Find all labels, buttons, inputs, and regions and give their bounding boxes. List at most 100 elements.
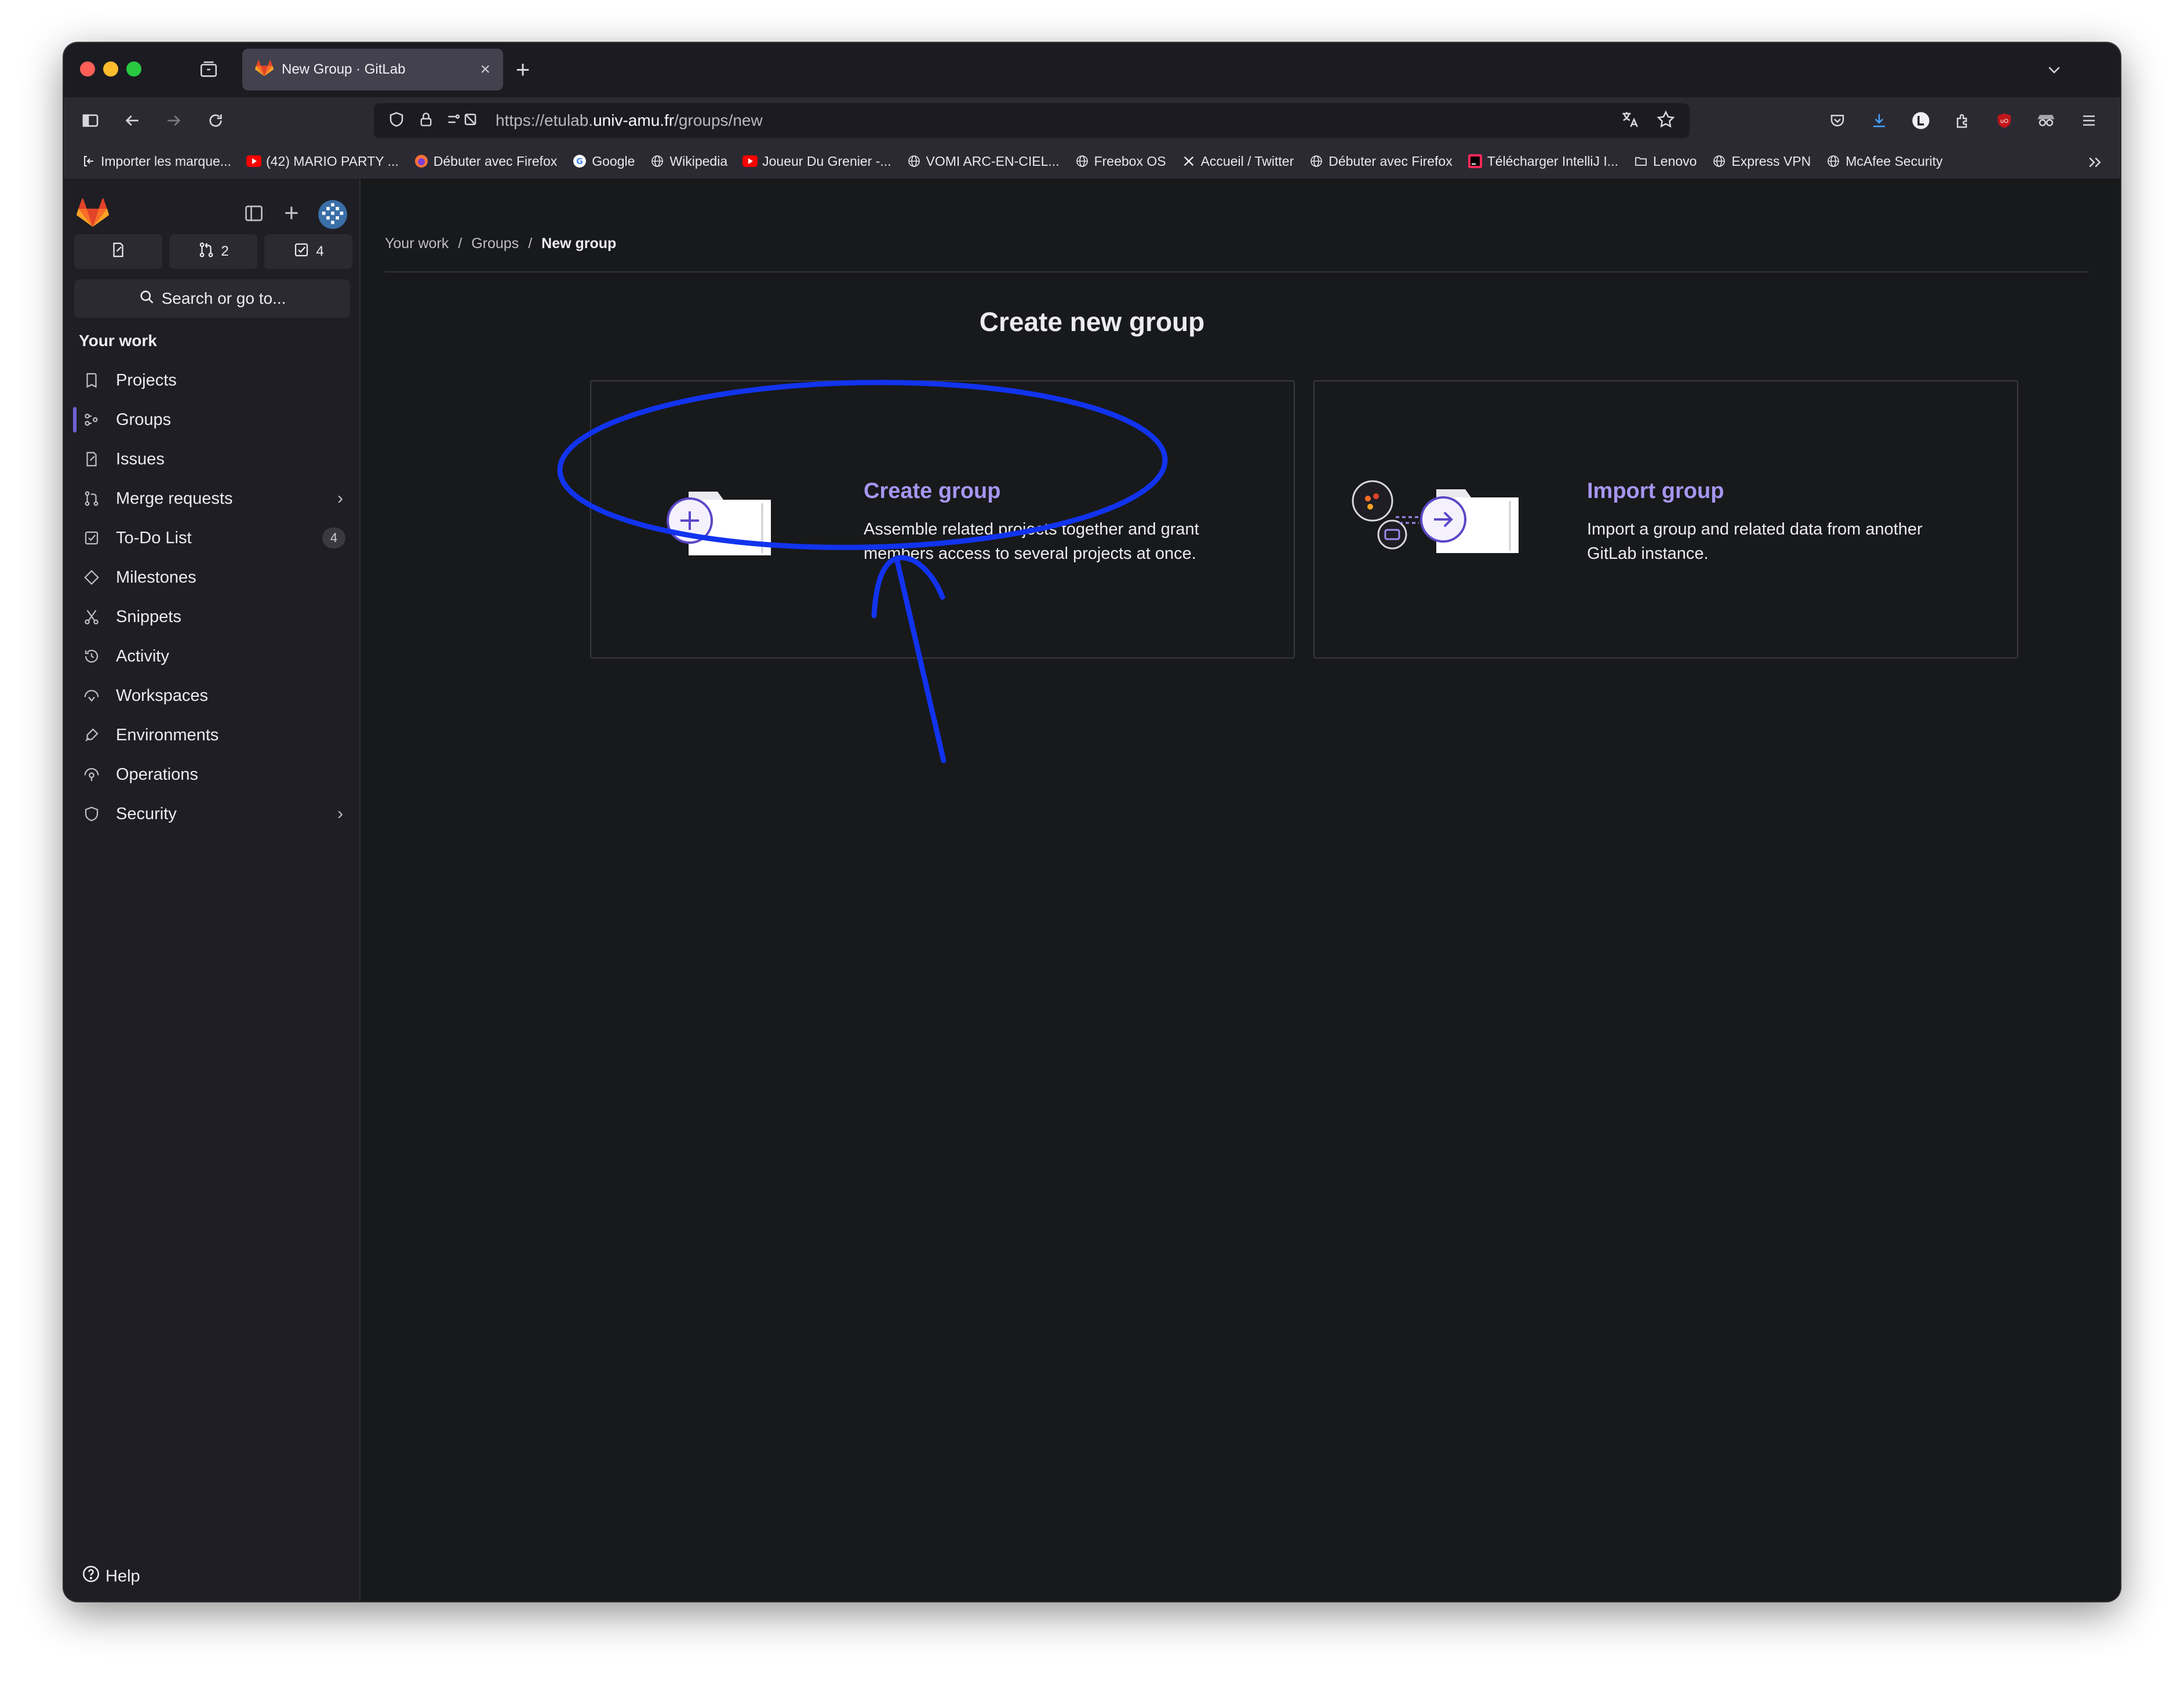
intellij-icon [1468, 154, 1483, 169]
bookmark-item[interactable]: McAfee Security [1826, 153, 1943, 169]
url-bar[interactable]: https://etulab.univ-amu.fr/groups/new [374, 103, 1690, 138]
breadcrumb-your-work[interactable]: Your work [385, 235, 449, 252]
tab-title: New Group · GitLab [282, 61, 406, 77]
chevron-right-icon[interactable]: › [337, 804, 343, 824]
pocket-icon[interactable] [1826, 109, 1849, 132]
tab-close-icon[interactable]: × [480, 60, 490, 79]
bookmark-item[interactable]: Débuter avec Firefox [414, 154, 557, 169]
sidebar-item-operations[interactable]: Operations [64, 755, 359, 794]
sidebar-header: + [64, 194, 359, 234]
bookmark-item[interactable]: Télécharger IntelliJ I... [1468, 154, 1618, 169]
svg-text:G: G [576, 157, 583, 166]
permissions-icon[interactable] [447, 111, 478, 131]
bookmark-item[interactable]: Importer les marque... [81, 154, 231, 169]
reload-icon[interactable] [204, 109, 227, 132]
tab-list-chevron-icon[interactable] [2043, 58, 2066, 81]
translate-icon[interactable] [1620, 110, 1640, 132]
bookmark-label: Google [592, 153, 635, 169]
sidebar-nav: Projects Groups Issues Merge requests › [64, 361, 359, 834]
gitlab-logo-icon[interactable] [77, 198, 109, 231]
create-group-title[interactable]: Create group [864, 479, 1000, 504]
search-icon [139, 289, 155, 309]
bookmark-item[interactable]: Joueur Du Grenier -... [742, 154, 891, 169]
bookmark-item[interactable]: G Google [572, 154, 635, 169]
tab-gitlab-new-group[interactable]: New Group · GitLab × [242, 49, 503, 90]
bookmark-item[interactable]: Freebox OS [1075, 154, 1166, 169]
import-group-title[interactable]: Import group [1587, 479, 1724, 504]
create-group-card[interactable]: Create group Assemble related projects t… [590, 380, 1295, 659]
create-group-description: Assemble related projects together and g… [864, 520, 1199, 563]
breadcrumb-new-group[interactable]: New group [541, 235, 616, 252]
bookmark-item[interactable]: Débuter avec Firefox [1309, 154, 1453, 169]
history-icon [81, 646, 102, 667]
todos-button[interactable]: 4 [264, 234, 352, 269]
ublock-icon[interactable]: uO [1993, 109, 2016, 132]
user-avatar[interactable] [318, 199, 348, 232]
close-window-button[interactable] [80, 61, 95, 77]
bookmark-label: (42) MARIO PARTY ... [265, 153, 399, 169]
bookmark-item[interactable]: Lenovo [1633, 154, 1697, 169]
downloads-icon[interactable] [1868, 109, 1891, 132]
sidebar-item-issues[interactable]: Issues [64, 439, 359, 479]
sidebar-item-environments[interactable]: Environments [64, 715, 359, 755]
assigned-issues-button[interactable] [74, 234, 162, 269]
back-arrow-icon[interactable] [121, 109, 144, 132]
bookmark-item[interactable]: Accueil / Twitter [1181, 154, 1294, 169]
todo-count: 4 [316, 243, 324, 259]
merge-requests-button[interactable]: 2 [169, 234, 257, 269]
account-avatar-icon[interactable] [1909, 109, 1932, 132]
hamburger-menu-icon[interactable] [2077, 109, 2101, 132]
forward-arrow-icon[interactable] [162, 109, 185, 132]
tab-overview-icon[interactable] [197, 58, 220, 81]
sidebar: + 2 4 Search or go to... Your work Proje… [64, 179, 361, 1601]
bookmark-item[interactable]: (42) MARIO PARTY ... [246, 154, 399, 169]
sidebar-item-projects[interactable]: Projects [64, 361, 359, 400]
import-group-card[interactable]: Import group Import a group and related … [1313, 380, 2018, 659]
bookmark-label: Débuter avec Firefox [433, 153, 558, 169]
bookmark-item[interactable]: Wikipedia [650, 154, 727, 169]
sidebar-item-groups[interactable]: Groups [64, 400, 359, 439]
environment-icon [81, 725, 102, 746]
bookmark-item[interactable]: Express VPN [1712, 154, 1811, 169]
bookmark-star-icon[interactable] [1656, 110, 1676, 132]
sidebar-item-workspaces[interactable]: Workspaces [64, 676, 359, 715]
sidebar-item-security[interactable]: Security › [64, 794, 359, 834]
sidebar-item-activity[interactable]: Activity [64, 637, 359, 676]
sidebar-item-milestones[interactable]: Milestones [64, 558, 359, 597]
tracking-shield-icon[interactable] [388, 111, 405, 131]
bookmark-item[interactable]: VOMI ARC-EN-CIEL... [907, 154, 1060, 169]
new-tab-icon[interactable]: + [510, 56, 536, 83]
sidebar-toggle-icon[interactable] [79, 109, 102, 132]
search-button[interactable]: Search or go to... [74, 279, 350, 318]
sidebar-item-merge-requests[interactable]: Merge requests › [64, 479, 359, 518]
help-button[interactable]: Help [81, 1564, 140, 1588]
more-bookmarks-chevron-icon[interactable] [2084, 152, 2105, 173]
workspace-icon [81, 685, 102, 706]
chevron-right-icon[interactable]: › [337, 489, 343, 508]
project-icon [81, 370, 102, 391]
extensions-icon[interactable] [1951, 109, 1974, 132]
globe-icon [1826, 154, 1841, 169]
globe-icon [1712, 154, 1727, 169]
bookmark-label: Express VPN [1731, 153, 1811, 169]
counter-row: 2 4 [74, 234, 352, 269]
milestone-icon [81, 567, 102, 588]
collapse-sidebar-icon[interactable] [243, 203, 264, 227]
create-new-icon[interactable]: + [284, 201, 299, 226]
sidebar-item-snippets[interactable]: Snippets [64, 597, 359, 637]
sidebar-item-todo-list[interactable]: To-Do List 4 [64, 518, 359, 558]
bookmark-label: Wikipedia [669, 153, 728, 169]
bookmarks-bar: Importer les marque... (42) MARIO PARTY .… [64, 144, 2120, 179]
search-label: Search or go to... [161, 289, 286, 307]
zoom-window-button[interactable] [126, 61, 141, 77]
youtube-icon [246, 154, 261, 169]
google-icon: G [572, 154, 587, 169]
breadcrumb-groups[interactable]: Groups [471, 235, 519, 252]
lock-icon[interactable] [418, 111, 434, 131]
merge-request-icon [81, 488, 102, 509]
minimize-window-button[interactable] [103, 61, 118, 77]
breadcrumb: Your work / Groups / New group [385, 235, 616, 252]
incognito-mask-icon[interactable] [2034, 109, 2058, 132]
bookmark-label: McAfee Security [1846, 153, 1943, 169]
todo-icon [293, 241, 310, 263]
